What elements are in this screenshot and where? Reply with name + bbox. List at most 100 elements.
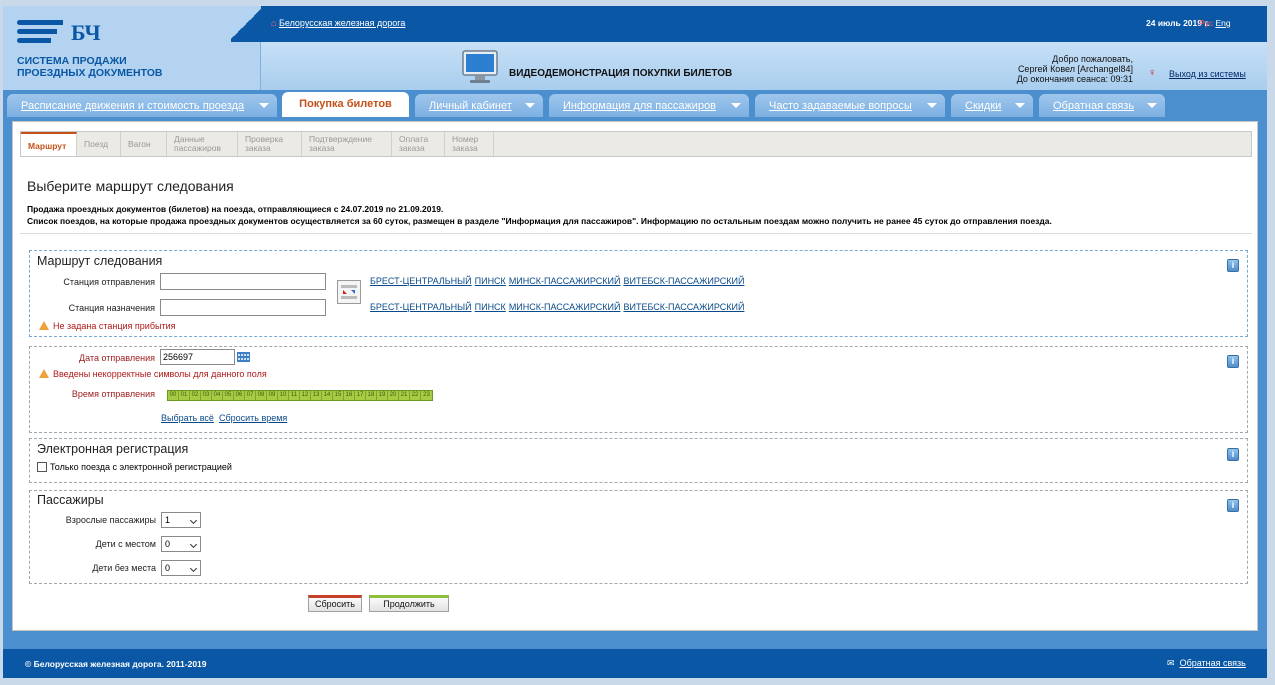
logo[interactable]: БЧ СИСТЕМА ПРОДАЖИ ПРОЕЗДНЫХ ДОКУМЕНТОВ [3,6,261,90]
chevron-down-icon [525,103,535,108]
time-label: Время отправления [71,389,155,399]
hour-04[interactable]: 04 [212,391,223,400]
tab-personal-cabinet[interactable]: Личный кабинет [415,94,543,117]
tab-buy-tickets[interactable]: Покупка билетов [282,92,409,117]
person-icon: ♀ [1148,67,1157,79]
hour-05[interactable]: 05 [223,391,234,400]
tab-discounts[interactable]: Скидки [951,94,1033,117]
date-warning: Введены некорректные символы для данного… [39,369,267,379]
step-order-check: Проверка заказа [238,132,302,156]
home-link[interactable]: ⌂ Белорусская железная дорога [271,18,405,28]
tab-faq[interactable]: Часто задаваемые вопросы [755,94,945,117]
main-nav: Расписание движения и стоимость проезда … [3,90,1267,120]
departure-label: Станция отправления [63,277,155,287]
swap-stations-button[interactable] [337,280,361,304]
feedback-link[interactable]: Обратная связь [1180,658,1246,668]
datetime-section: i Дата отправления Введены некорректные … [29,346,1248,433]
copyright: © Белорусская железная дорога. 2011-2019 [25,659,207,669]
infants-select[interactable]: 0 [161,560,201,576]
tab-passenger-info[interactable]: Информация для пассажиров [549,94,749,117]
hour-selector: 00 01 02 03 04 05 06 07 08 09 10 11 12 1… [167,390,433,401]
hour-14[interactable]: 14 [322,391,333,400]
infants-label: Дети без места [92,563,156,573]
lang-ru[interactable]: Рус [1199,18,1213,28]
ereg-checkbox[interactable] [37,462,47,472]
passengers-section: Пассажиры i Взрослые пассажиры 1 Дети с … [29,490,1248,584]
arrival-station-input[interactable] [160,299,326,316]
railway-logo-icon [17,18,67,50]
info-icon[interactable]: i [1227,355,1239,368]
swap-icon [341,285,357,299]
step-order-number: Номер заказа [445,132,494,156]
calendar-icon[interactable] [237,352,250,362]
arrival-warning: Не задана станция прибытия [39,321,175,331]
departure-quick-stations: БРЕСТ-ЦЕНТРАЛЬНЫЙ ПИНСК МИНСК-ПАССАЖИРСКИЙ… [370,276,745,286]
departure-station-input[interactable] [160,273,326,290]
hour-07[interactable]: 07 [245,391,256,400]
page-title: Выберите маршрут следования [27,178,234,194]
step-route[interactable]: Маршрут [21,132,77,156]
step-passenger-data: Данные пассажиров [167,132,238,156]
route-section-title: Маршрут следования [37,254,163,268]
children-select[interactable]: 0 [161,536,201,552]
info-icon[interactable]: i [1227,499,1239,512]
ereg-section-title: Электронная регистрация [37,442,189,456]
time-actions: Выбрать всё Сбросить время [161,413,287,423]
tab-schedule[interactable]: Расписание движения и стоимость проезда [7,94,277,117]
sale-period-info: Продажа проездных документов (билетов) н… [27,204,444,214]
hour-01[interactable]: 01 [179,391,190,400]
page-frame: БЧ СИСТЕМА ПРОДАЖИ ПРОЕЗДНЫХ ДОКУМЕНТОВ … [3,6,1267,678]
user-name: Сергей Ковел [Archangel84] [1017,64,1133,74]
hour-17[interactable]: 17 [355,391,366,400]
eregistration-section: Электронная регистрация i Только поезда … [29,438,1248,483]
hour-10[interactable]: 10 [278,391,289,400]
hour-18[interactable]: 18 [366,391,377,400]
hour-00[interactable]: 00 [168,391,179,400]
lang-en[interactable]: Eng [1215,18,1230,28]
hour-02[interactable]: 02 [190,391,201,400]
order-steps: Маршрут Поезд Вагон Данные пассажиров Про… [20,131,1252,157]
hour-21[interactable]: 21 [399,391,410,400]
continue-button[interactable]: Продолжить [369,595,449,612]
hour-20[interactable]: 20 [388,391,399,400]
logo-text: СИСТЕМА ПРОДАЖИ ПРОЕЗДНЫХ ДОКУМЕНТОВ [17,55,163,79]
footer-feedback: ✉ Обратная связь [1167,658,1246,669]
hour-03[interactable]: 03 [201,391,212,400]
warning-icon [39,369,49,378]
session-timer: До окончания сеанса: 09:31 [1016,74,1133,84]
content-panel: Маршрут Поезд Вагон Данные пассажиров Про… [12,121,1258,631]
hour-23[interactable]: 23 [421,391,432,400]
logout-link[interactable]: Выход из системы [1169,69,1246,79]
select-all-link[interactable]: Выбрать всё [161,413,214,423]
reset-button[interactable]: Сбросить [308,595,362,612]
chevron-down-icon [259,103,269,108]
step-order-confirm: Подтверждение заказа [302,132,392,156]
children-label: Дети с местом [95,539,156,549]
arrival-label: Станция назначения [68,303,155,313]
chevron-down-icon [1015,103,1025,108]
hour-13[interactable]: 13 [311,391,322,400]
reset-time-link[interactable]: Сбросить время [219,413,287,423]
departure-date-input[interactable] [160,349,235,365]
language-switch: Рус Eng [1199,18,1231,28]
hour-08[interactable]: 08 [256,391,267,400]
hour-06[interactable]: 06 [234,391,245,400]
hour-11[interactable]: 11 [289,391,300,400]
welcome-info: Добро пожаловать, Сергей Ковел [Archange… [993,54,1133,84]
hour-09[interactable]: 09 [267,391,278,400]
warning-icon [39,321,49,330]
passengers-section-title: Пассажиры [37,493,104,507]
chevron-down-icon [731,103,741,108]
hour-16[interactable]: 16 [344,391,355,400]
footer: © Белорусская железная дорога. 2011-2019… [3,649,1267,678]
hour-19[interactable]: 19 [377,391,388,400]
hour-15[interactable]: 15 [333,391,344,400]
tab-feedback[interactable]: Обратная связь [1039,94,1165,117]
hour-12[interactable]: 12 [300,391,311,400]
video-demo-title: ВИДЕОДЕМОНСТРАЦИЯ ПОКУПКИ БИЛЕТОВ [509,68,733,79]
hour-22[interactable]: 22 [410,391,421,400]
info-icon[interactable]: i [1227,448,1239,461]
chevron-down-icon [927,103,937,108]
adults-select[interactable]: 1 [161,512,201,528]
info-icon[interactable]: i [1227,259,1239,272]
